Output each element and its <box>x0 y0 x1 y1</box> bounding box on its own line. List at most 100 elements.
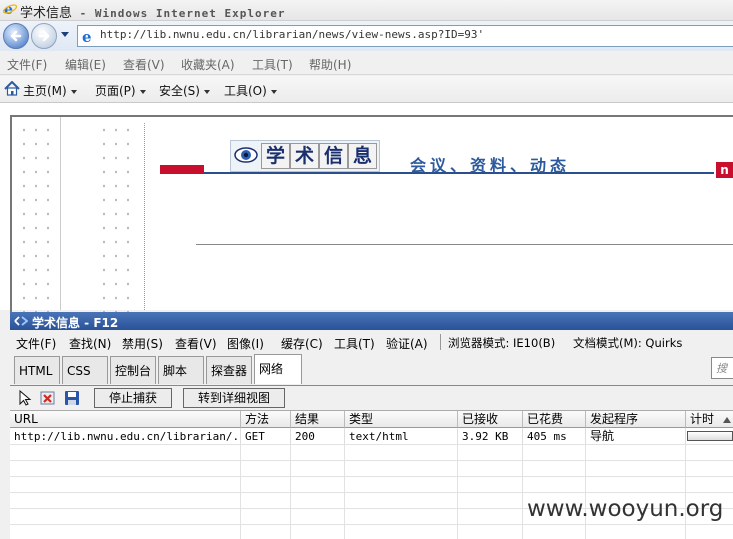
cell-type: text/html <box>345 429 458 444</box>
tab-css[interactable]: CSS <box>62 356 108 384</box>
safety-menu-button[interactable]: 安全(S) <box>159 82 210 99</box>
grid-column-line <box>344 428 345 539</box>
safety-menu-label: 安全(S) <box>159 84 200 98</box>
page-content: 学 术 信 息 会议、资料、动态 n <box>0 103 733 313</box>
cell-taken: 405 ms <box>523 429 586 444</box>
tab-html[interactable]: HTML <box>14 356 60 384</box>
logo-char: 学 <box>261 143 290 169</box>
menu-bar: 文件(F) 编辑(E) 查看(V) 收藏夹(A) 工具(T) 帮助(H) <box>0 52 733 75</box>
sort-up-icon <box>723 417 731 423</box>
column-header-initiator[interactable]: 发起程序 <box>586 411 686 428</box>
grid-column-line <box>585 428 586 539</box>
menu-help[interactable]: 帮助(H) <box>309 56 351 73</box>
timing-bar <box>687 431 733 441</box>
window-title-bar: e 学术信息 - Windows Internet Explorer <box>0 0 733 21</box>
back-button[interactable] <box>3 23 29 49</box>
column-divider <box>144 123 146 310</box>
grid-column-line <box>457 428 458 539</box>
grid-column-line <box>240 428 241 539</box>
cell-received: 3.92 KB <box>458 429 523 444</box>
document-mode-menu[interactable]: 文档模式(M): Quirks <box>573 335 682 351</box>
svg-text:e: e <box>4 2 13 16</box>
grid-line <box>10 492 733 493</box>
ie-logo-icon: e <box>3 2 17 16</box>
article-area <box>150 191 733 310</box>
column-header-url[interactable]: URL <box>10 411 241 428</box>
devtools-menu-images[interactable]: 图像(I) <box>227 335 264 352</box>
grid-line <box>10 444 733 445</box>
chevron-down-icon <box>270 89 277 94</box>
devtools-search-input[interactable]: 搜 <box>711 357 733 379</box>
page-menu-button[interactable]: 页面(P) <box>95 82 146 99</box>
clear-entries-icon[interactable] <box>39 389 57 407</box>
watermark: www.wooyun.org <box>527 496 724 522</box>
menu-edit[interactable]: 编辑(E) <box>65 56 106 73</box>
grid-line <box>10 524 733 525</box>
cell-method: GET <box>241 429 291 444</box>
menu-favorites[interactable]: 收藏夹(A) <box>181 56 235 73</box>
browser-mode-menu[interactable]: 浏览器模式: IE10(B) <box>448 335 555 351</box>
column-header-result[interactable]: 结果 <box>291 411 345 428</box>
site-logo: 学 术 信 息 <box>230 140 380 172</box>
tools-menu-button[interactable]: 工具(O) <box>224 82 277 99</box>
devtools-menu-validate[interactable]: 验证(A) <box>386 335 428 352</box>
dot-pattern <box>98 123 134 313</box>
select-element-icon[interactable] <box>16 389 34 407</box>
devtools-menu-bar: 文件(F) 查找(N) 禁用(S) 查看(V) 图像(I) 缓存(C) 工具(T… <box>10 331 733 353</box>
devtools-menu-view[interactable]: 查看(V) <box>175 335 217 352</box>
tab-network[interactable]: 网络 <box>254 354 302 384</box>
window-title-text: 学术信息 <box>20 6 73 21</box>
eye-logo-icon <box>234 147 258 163</box>
command-bar: 主页(M) 页面(P) 安全(S) 工具(O) <box>0 76 733 103</box>
menu-tools[interactable]: 工具(T) <box>252 56 293 73</box>
column-header-taken[interactable]: 已花费 <box>523 411 586 428</box>
menu-file[interactable]: 文件(F) <box>7 56 47 73</box>
logo-char: 信 <box>319 143 348 169</box>
grid-column-line <box>522 428 523 539</box>
menu-view[interactable]: 查看(V) <box>123 56 165 73</box>
devtools-title: 学术信息 - F12 <box>32 316 119 330</box>
tools-menu-label: 工具(O) <box>224 84 267 98</box>
recent-pages-dropdown-icon[interactable] <box>60 31 70 39</box>
chevron-down-icon <box>70 89 77 94</box>
back-arrow-icon <box>10 30 22 42</box>
logo-char: 术 <box>290 143 319 169</box>
column-header-method[interactable]: 方法 <box>241 411 291 428</box>
tab-console[interactable]: 控制台 <box>110 356 156 384</box>
page-menu-label: 页面(P) <box>95 84 136 98</box>
grid-column-line <box>290 428 291 539</box>
devtools-tab-strip: HTML CSS 控制台 脚本 探查器 网络 <box>10 354 733 386</box>
column-header-timings[interactable]: 计时 <box>686 411 733 428</box>
cell-url: http://lib.nwnu.edu.cn/librarian/... <box>10 429 241 444</box>
home-icon[interactable] <box>4 81 20 96</box>
page-icon: e <box>82 28 92 44</box>
tab-script[interactable]: 脚本 <box>158 356 204 384</box>
tab-profiler[interactable]: 探查器 <box>206 356 252 384</box>
menu-separator <box>440 334 441 350</box>
address-bar[interactable]: e http://lib.nwnu.edu.cn/librarian/news/… <box>77 25 733 47</box>
go-to-detailed-view-button[interactable]: 转到详细视图 <box>183 388 285 408</box>
devtools-title-bar: 学术信息 - F12 <box>10 312 733 330</box>
column-divider <box>60 117 61 310</box>
network-toolbar: 停止捕获 转到详细视图 <box>10 386 733 411</box>
window-app-name: - Windows Internet Explorer <box>72 7 286 20</box>
column-header-type[interactable]: 类型 <box>345 411 458 428</box>
grid-line <box>10 476 733 477</box>
devtools-menu-file[interactable]: 文件(F) <box>16 335 56 352</box>
column-header-received[interactable]: 已接收 <box>458 411 523 428</box>
address-url[interactable]: http://lib.nwnu.edu.cn/librarian/news/vi… <box>100 28 484 41</box>
column-header-timings-label: 计时 <box>690 412 715 426</box>
navigation-bar: e http://lib.nwnu.edu.cn/librarian/news/… <box>0 21 733 51</box>
home-button[interactable]: 主页(M) <box>23 82 77 99</box>
devtools-menu-find[interactable]: 查找(N) <box>69 335 111 352</box>
save-icon[interactable] <box>63 389 81 407</box>
grid-line <box>10 460 733 461</box>
devtools-menu-tools[interactable]: 工具(T) <box>334 335 375 352</box>
stop-capturing-button[interactable]: 停止捕获 <box>94 388 172 408</box>
cell-initiator: 导航 <box>586 429 686 444</box>
dot-pattern <box>18 123 56 313</box>
chevron-down-icon <box>203 89 210 94</box>
devtools-menu-cache[interactable]: 缓存(C) <box>281 335 323 352</box>
forward-button[interactable] <box>31 23 57 49</box>
devtools-menu-disable[interactable]: 禁用(S) <box>122 335 163 352</box>
